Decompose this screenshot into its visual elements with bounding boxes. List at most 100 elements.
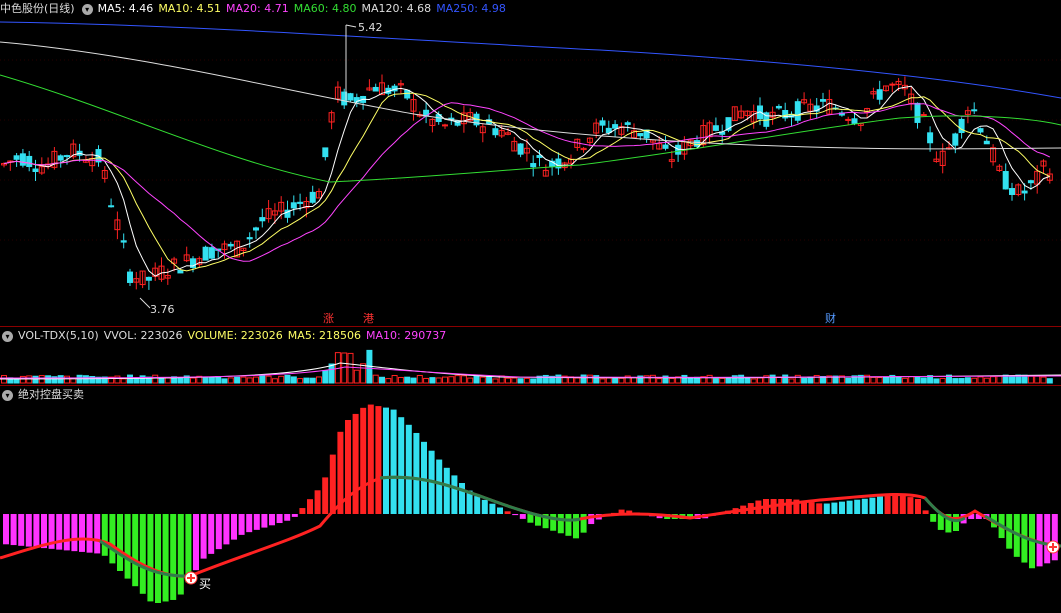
volume-bar <box>971 377 978 384</box>
indicator-bar <box>443 467 450 514</box>
candle-body <box>851 118 858 124</box>
control-buy-sell-chart[interactable]: 买 <box>0 386 1061 613</box>
volume-bar <box>750 378 757 384</box>
indicator-bar <box>557 514 564 534</box>
candle-body <box>662 144 669 149</box>
volume-bar <box>933 378 940 384</box>
volume-chart[interactable] <box>0 327 1061 385</box>
volume-bar <box>278 375 285 384</box>
candle-body <box>775 105 782 109</box>
volume-bar <box>964 377 971 384</box>
indicator-bar <box>527 514 534 523</box>
volume-bar <box>782 374 789 384</box>
volume-bar <box>164 377 171 384</box>
indicator-bar <box>497 507 503 514</box>
volume-bar <box>309 377 316 384</box>
price-pane[interactable]: 中色股份(日线) ▾ MA5: 4.46 MA10: 4.51 MA20: 4.… <box>0 0 1061 326</box>
indicator-bar <box>71 514 78 552</box>
volume-bar <box>158 378 165 384</box>
candle-body <box>1002 171 1009 190</box>
indicator-bar <box>139 514 146 594</box>
volume-bar <box>379 376 385 384</box>
volume-bar <box>404 376 411 384</box>
volume-bar <box>901 377 908 384</box>
volume-bar <box>1009 375 1015 384</box>
volume-bar <box>1034 375 1041 384</box>
indicator-bar <box>238 514 245 535</box>
indicator-bar <box>573 514 579 539</box>
volume-bar <box>221 378 228 384</box>
volume-bar <box>271 378 278 384</box>
volume-bar <box>618 377 625 384</box>
volume-bar <box>303 377 310 384</box>
volume-bar <box>416 374 423 384</box>
volume-bar <box>895 376 902 384</box>
volume-bar <box>460 375 467 384</box>
indicator-bar <box>322 477 329 514</box>
volume-bar <box>454 375 461 384</box>
indicator-bar <box>907 497 914 514</box>
volume-bar <box>631 377 637 384</box>
volume-bar <box>681 374 688 384</box>
indicator-bar <box>367 404 374 514</box>
volume-bar <box>360 363 367 384</box>
volume-bar <box>649 374 656 384</box>
indicator-bar <box>231 514 237 540</box>
indicator-bar <box>18 514 25 546</box>
volume-bar <box>807 376 814 384</box>
candlestick-chart[interactable]: 5.42 3.76 涨 港 财 <box>0 0 1061 326</box>
volume-bar <box>435 377 442 384</box>
volume-bar <box>530 378 537 384</box>
volume-bar <box>177 377 184 384</box>
candle-body <box>202 246 209 261</box>
volume-bar <box>706 374 713 384</box>
candle-body <box>227 243 234 247</box>
volume-bar <box>152 374 159 384</box>
candle-body <box>297 201 304 204</box>
marker-zhang[interactable]: 涨 <box>323 312 334 325</box>
marker-cai[interactable]: 财 <box>825 311 836 325</box>
volume-bar <box>347 352 354 384</box>
candle-body <box>259 217 266 222</box>
volume-bar <box>712 378 719 384</box>
volume-bar <box>127 374 133 384</box>
volume-bar <box>990 376 997 384</box>
volume-bar <box>215 376 222 384</box>
volume-bar <box>744 377 751 384</box>
volume-bar <box>555 374 562 384</box>
volume-bar <box>605 377 612 384</box>
volume-bar <box>265 375 272 384</box>
indicator-bar <box>884 495 891 514</box>
indicator-pane[interactable]: ▾ 绝对控盘买卖 买 <box>0 386 1061 613</box>
ma20-line <box>3 102 1051 262</box>
volume-bar <box>448 376 455 384</box>
volume-bar <box>114 375 121 384</box>
volume-bar <box>246 377 253 384</box>
marker-gang[interactable]: 港 <box>363 312 374 325</box>
volume-bar <box>467 377 474 384</box>
indicator-bar <box>200 514 207 559</box>
candle-body <box>599 120 606 126</box>
candle-body <box>624 122 631 125</box>
volume-bar <box>64 375 70 384</box>
indicator-bar <box>823 503 830 514</box>
candle-body <box>253 227 259 231</box>
volume-bar <box>479 376 486 384</box>
candle-body <box>120 240 127 243</box>
indicator-bar <box>329 454 336 514</box>
candle-body <box>127 271 133 283</box>
candle-body <box>637 133 644 137</box>
indicator-bar <box>63 514 70 551</box>
volume-pane[interactable]: ▾ VOL-TDX(5,10) VVOL: 223026 VOLUME: 223… <box>0 327 1061 385</box>
candle-body <box>26 155 33 168</box>
indicator-bar <box>124 514 131 579</box>
indicator-bar <box>953 514 959 531</box>
indicator-bar <box>33 514 40 548</box>
candle-body <box>145 276 152 281</box>
indicator-bar <box>10 514 17 546</box>
volume-bar <box>372 374 379 384</box>
volume-bar <box>920 377 927 384</box>
indicator-bar <box>451 475 458 514</box>
indicator-bar <box>565 514 572 536</box>
indicator-bar <box>41 514 47 549</box>
